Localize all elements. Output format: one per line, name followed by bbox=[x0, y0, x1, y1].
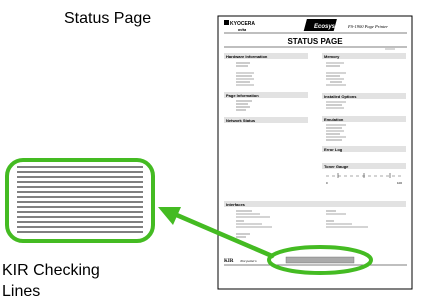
ecosys-logo: Ecosys bbox=[303, 19, 337, 31]
document-title: STATUS PAGE bbox=[287, 37, 343, 46]
section-network-status: Network Status bbox=[226, 118, 256, 123]
magnified-kir-lines bbox=[5, 158, 155, 243]
kir-test-pattern-bar bbox=[285, 256, 355, 264]
kyocera-mark-icon bbox=[224, 20, 229, 25]
section-error-log: Error Log bbox=[324, 147, 343, 152]
section-interfaces: Interfaces bbox=[226, 202, 246, 207]
model-text: FS-1900 Page Printer bbox=[347, 24, 388, 29]
section-emulation: Emulation bbox=[324, 117, 344, 122]
toner-max-label: 100 bbox=[397, 181, 402, 185]
section-installed-options: Installed Options bbox=[324, 94, 357, 99]
status-page-diagram: KYOCERA mita Ecosys FS-1900 Page Printer… bbox=[5, 15, 413, 290]
kir-label: KIR bbox=[224, 259, 234, 264]
section-bar-interfaces bbox=[224, 201, 406, 207]
kir-test-pattern-label: Test pattern bbox=[240, 259, 257, 263]
brand-sub-text: mita bbox=[238, 27, 247, 32]
ecosys-logo-text: Ecosys bbox=[314, 24, 336, 30]
section-memory: Memory bbox=[324, 54, 340, 59]
section-hardware-information: Hardware Information bbox=[226, 54, 268, 59]
section-toner-gauge: Toner Gauge bbox=[324, 164, 349, 169]
section-page-information: Page Information bbox=[226, 93, 259, 98]
